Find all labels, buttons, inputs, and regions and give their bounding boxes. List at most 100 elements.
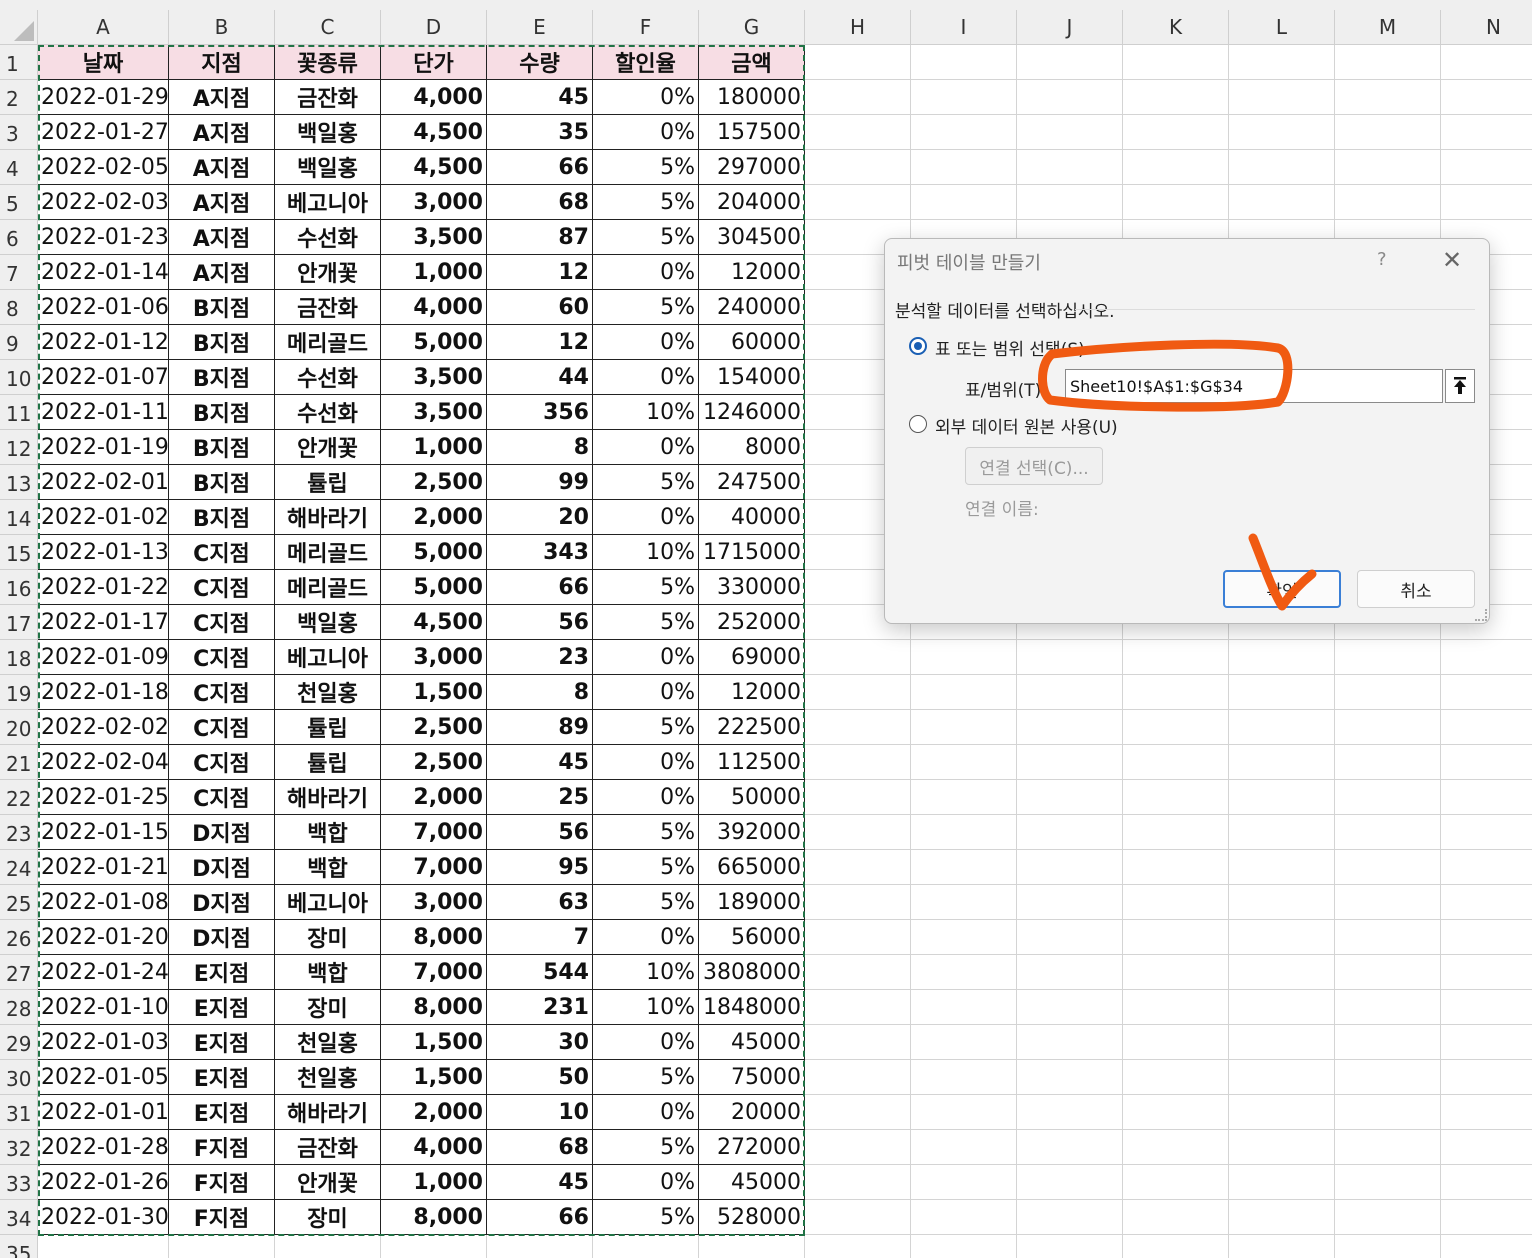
data-cell[interactable]: A지점 bbox=[169, 115, 275, 150]
data-cell[interactable]: 2,500 bbox=[381, 710, 487, 745]
data-cell[interactable]: 5% bbox=[593, 1200, 699, 1235]
cell[interactable] bbox=[1229, 710, 1335, 745]
row-header[interactable]: 7 bbox=[0, 255, 38, 290]
cell[interactable] bbox=[1123, 675, 1229, 710]
cell[interactable] bbox=[1441, 1235, 1532, 1258]
cell[interactable] bbox=[1017, 1235, 1123, 1258]
data-cell[interactable]: F지점 bbox=[169, 1165, 275, 1200]
help-button[interactable]: ? bbox=[1377, 249, 1387, 270]
option-range-label[interactable]: 표 또는 범위 선택(S) bbox=[935, 335, 1085, 360]
cell[interactable] bbox=[1335, 640, 1441, 675]
row-header[interactable]: 15 bbox=[0, 535, 38, 570]
data-cell[interactable]: B지점 bbox=[169, 430, 275, 465]
data-cell[interactable]: 66 bbox=[487, 570, 593, 605]
cell[interactable] bbox=[1441, 80, 1532, 115]
data-cell[interactable]: E지점 bbox=[169, 1060, 275, 1095]
cell[interactable] bbox=[1335, 1165, 1441, 1200]
cell[interactable] bbox=[1229, 745, 1335, 780]
data-cell[interactable]: 2022-02-05 bbox=[38, 150, 169, 185]
cell[interactable] bbox=[1441, 1060, 1532, 1095]
cell[interactable] bbox=[1441, 675, 1532, 710]
data-cell[interactable]: 메리골드 bbox=[275, 325, 381, 360]
cell[interactable] bbox=[1017, 815, 1123, 850]
data-cell[interactable]: 0% bbox=[593, 430, 699, 465]
cell[interactable] bbox=[1017, 745, 1123, 780]
cell[interactable] bbox=[1123, 710, 1229, 745]
data-cell[interactable]: 56000 bbox=[699, 920, 805, 955]
resize-grip[interactable] bbox=[1475, 609, 1487, 621]
cell[interactable] bbox=[1441, 45, 1532, 80]
data-cell[interactable]: C지점 bbox=[169, 535, 275, 570]
row-header[interactable]: 35 bbox=[0, 1235, 38, 1258]
row-header[interactable]: 12 bbox=[0, 430, 38, 465]
cell[interactable] bbox=[1335, 710, 1441, 745]
data-cell[interactable]: 8000 bbox=[699, 430, 805, 465]
data-cell[interactable]: 천일홍 bbox=[275, 675, 381, 710]
data-cell[interactable]: B지점 bbox=[169, 500, 275, 535]
data-cell[interactable]: 180000 bbox=[699, 80, 805, 115]
data-cell[interactable]: 112500 bbox=[699, 745, 805, 780]
cell[interactable] bbox=[911, 675, 1017, 710]
data-cell[interactable]: C지점 bbox=[169, 745, 275, 780]
data-cell[interactable]: F지점 bbox=[169, 1200, 275, 1235]
data-cell[interactable]: 2022-01-11 bbox=[38, 395, 169, 430]
data-cell[interactable]: 0% bbox=[593, 675, 699, 710]
data-cell[interactable]: 40000 bbox=[699, 500, 805, 535]
data-cell[interactable]: 7,000 bbox=[381, 955, 487, 990]
cell[interactable] bbox=[805, 1235, 911, 1258]
data-cell[interactable]: 5% bbox=[593, 1060, 699, 1095]
data-cell[interactable]: 2022-01-27 bbox=[38, 115, 169, 150]
data-cell[interactable]: D지점 bbox=[169, 885, 275, 920]
cell[interactable] bbox=[1441, 990, 1532, 1025]
data-cell[interactable]: 2022-01-19 bbox=[38, 430, 169, 465]
data-cell[interactable]: 베고니아 bbox=[275, 885, 381, 920]
cell[interactable] bbox=[805, 1200, 911, 1235]
cell[interactable] bbox=[169, 1235, 275, 1258]
cell[interactable] bbox=[1017, 920, 1123, 955]
cell[interactable] bbox=[1017, 150, 1123, 185]
data-cell[interactable]: 백일홍 bbox=[275, 150, 381, 185]
row-header[interactable]: 34 bbox=[0, 1200, 38, 1235]
data-cell[interactable]: 안개꽃 bbox=[275, 1165, 381, 1200]
cell[interactable] bbox=[1441, 1025, 1532, 1060]
data-cell[interactable]: 수선화 bbox=[275, 220, 381, 255]
cell[interactable] bbox=[911, 80, 1017, 115]
cell[interactable] bbox=[1335, 1060, 1441, 1095]
cell[interactable] bbox=[1335, 150, 1441, 185]
cell[interactable] bbox=[1229, 150, 1335, 185]
data-cell[interactable]: 0% bbox=[593, 1165, 699, 1200]
data-cell[interactable]: C지점 bbox=[169, 640, 275, 675]
data-cell[interactable]: 2022-01-01 bbox=[38, 1095, 169, 1130]
data-cell[interactable]: B지점 bbox=[169, 465, 275, 500]
data-cell[interactable]: 2022-01-06 bbox=[38, 290, 169, 325]
data-cell[interactable]: 3,000 bbox=[381, 185, 487, 220]
data-cell[interactable]: B지점 bbox=[169, 395, 275, 430]
cell[interactable] bbox=[1229, 1235, 1335, 1258]
data-cell[interactable]: 2,500 bbox=[381, 745, 487, 780]
data-cell[interactable]: F지점 bbox=[169, 1130, 275, 1165]
data-cell[interactable]: 0% bbox=[593, 360, 699, 395]
data-cell[interactable]: 3,000 bbox=[381, 640, 487, 675]
cell[interactable] bbox=[1441, 815, 1532, 850]
data-cell[interactable]: 1,000 bbox=[381, 255, 487, 290]
row-header[interactable]: 5 bbox=[0, 185, 38, 220]
data-cell[interactable]: 222500 bbox=[699, 710, 805, 745]
data-cell[interactable]: 5% bbox=[593, 465, 699, 500]
row-header[interactable]: 24 bbox=[0, 850, 38, 885]
header-cell[interactable]: 꽃종류 bbox=[275, 45, 381, 80]
cell[interactable] bbox=[805, 780, 911, 815]
data-cell[interactable]: 0% bbox=[593, 920, 699, 955]
data-cell[interactable]: 10% bbox=[593, 990, 699, 1025]
cell[interactable] bbox=[1017, 45, 1123, 80]
data-cell[interactable]: E지점 bbox=[169, 990, 275, 1025]
row-header[interactable]: 10 bbox=[0, 360, 38, 395]
cell[interactable] bbox=[1017, 675, 1123, 710]
cell[interactable] bbox=[911, 1095, 1017, 1130]
header-cell[interactable]: 날짜 bbox=[38, 45, 169, 80]
cell[interactable] bbox=[1335, 1025, 1441, 1060]
data-cell[interactable]: 5% bbox=[593, 150, 699, 185]
header-cell[interactable]: 지점 bbox=[169, 45, 275, 80]
cell[interactable] bbox=[1123, 920, 1229, 955]
data-cell[interactable]: 69000 bbox=[699, 640, 805, 675]
cell[interactable] bbox=[1017, 1165, 1123, 1200]
